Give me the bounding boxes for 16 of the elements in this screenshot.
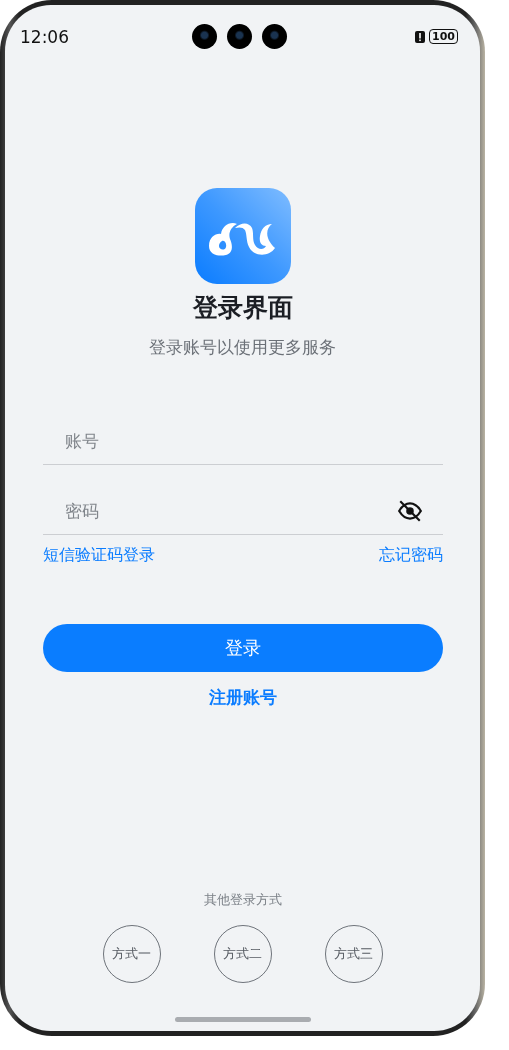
- battery-indicator: 100: [429, 29, 458, 44]
- text-link[interactable]: 短信验证码登录: [42, 545, 155, 565]
- camera-icon: [191, 24, 217, 49]
- camera-icon: [226, 24, 252, 49]
- page-title: 登录界面: [192, 293, 293, 323]
- login-button[interactable]: 登录: [42, 624, 443, 672]
- register-link[interactable]: 注册账号: [208, 686, 277, 708]
- camera-icon: [261, 24, 287, 49]
- account-field[interactable]: 账号: [62, 429, 423, 452]
- password-field[interactable]: 密码: [62, 499, 397, 522]
- other-login-label: 其他登录方式: [203, 892, 282, 908]
- text-link[interactable]: 忘记密码: [378, 545, 443, 565]
- page-subtitle: 登录账号以使用更多服务: [149, 336, 336, 358]
- status-time: 12:06: [20, 26, 70, 47]
- alert-icon: [415, 30, 426, 43]
- app-logo-icon: [194, 188, 291, 284]
